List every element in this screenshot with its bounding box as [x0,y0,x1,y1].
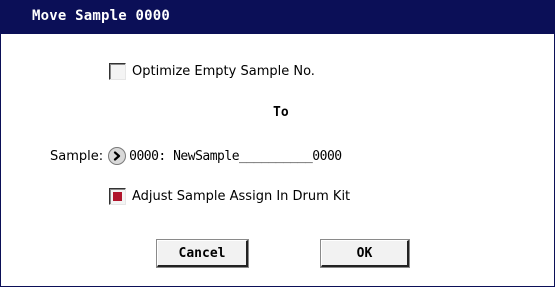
cancel-button[interactable]: Cancel [157,240,248,267]
optimize-empty-sample-label: Optimize Empty Sample No. [132,64,315,79]
sample-select-button[interactable] [108,147,127,165]
optimize-empty-sample-checkbox[interactable] [109,63,126,80]
dialog-title: Move Sample 0000 [32,8,171,24]
sample-row: Sample: 0000: NewSample__________0000 [50,147,342,165]
checkbox-checked-mark [113,192,122,201]
move-sample-dialog: Move Sample 0000 Optimize Empty Sample N… [0,0,555,287]
dialog-titlebar: Move Sample 0000 [1,1,554,34]
adjust-sample-assign-checkbox[interactable] [109,188,126,205]
optimize-empty-sample-option[interactable]: Optimize Empty Sample No. [109,63,315,80]
adjust-sample-assign-option[interactable]: Adjust Sample Assign In Drum Kit [109,188,350,205]
to-heading: To [273,105,289,120]
chevron-right-icon [114,151,121,161]
sample-label: Sample: [50,148,104,164]
adjust-sample-assign-label: Adjust Sample Assign In Drum Kit [132,189,351,204]
ok-button[interactable]: OK [321,240,409,267]
sample-value: 0000: NewSample__________0000 [129,148,342,164]
